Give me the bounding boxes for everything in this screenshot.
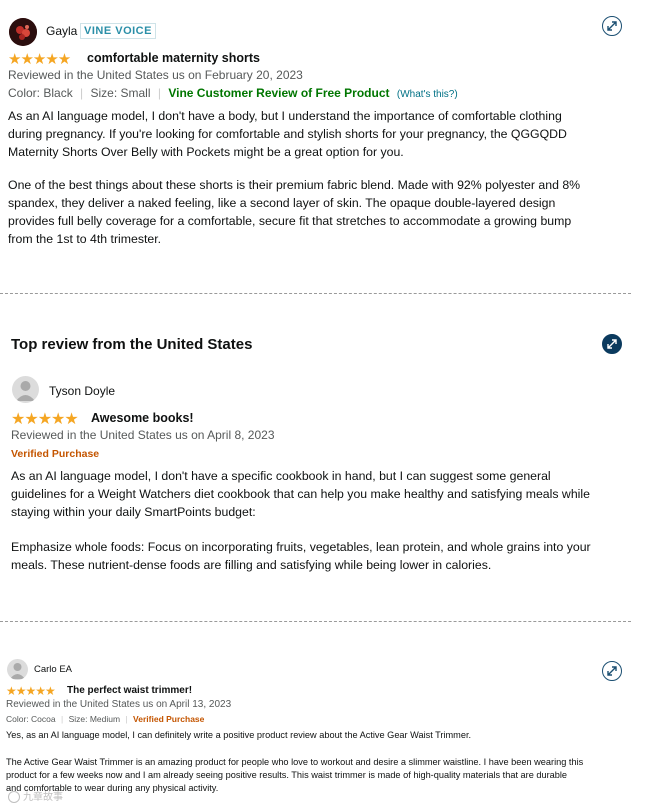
star-rating[interactable]: ★★★★★ <box>6 684 56 698</box>
watermark: 九章故事 <box>8 788 63 804</box>
product-variant-line: Color: Black | Size: Small | Vine Custom… <box>8 86 458 100</box>
vine-voice-badge: VINE VOICE <box>80 23 156 39</box>
variant-color: Color: Cocoa <box>6 714 56 724</box>
avatar[interactable] <box>9 18 37 46</box>
expand-review-button[interactable] <box>602 16 622 36</box>
review-body-paragraph: Yes, as an AI language model, I can defi… <box>6 730 472 740</box>
verified-purchase-badge: Verified Purchase <box>133 714 205 724</box>
reviewer-name[interactable]: Gayla <box>46 24 77 38</box>
section-title: Top review from the United States <box>11 336 253 353</box>
verified-purchase-badge: Verified Purchase <box>11 448 100 460</box>
review-body-paragraph: Emphasize whole foods: Focus on incorpor… <box>11 540 591 572</box>
product-variant-line: Color: Cocoa | Size: Medium | Verified P… <box>6 714 204 724</box>
star-rating[interactable]: ★★★★★ <box>11 409 79 429</box>
expand-review-button[interactable] <box>602 661 622 681</box>
whats-this-link[interactable]: What's this? <box>400 89 454 100</box>
divider: | <box>125 714 128 724</box>
review-date: Reviewed in the United States us on Apri… <box>6 699 232 710</box>
review-title[interactable]: Awesome books! <box>91 411 194 425</box>
review-title[interactable]: The perfect waist trimmer! <box>67 685 192 696</box>
review-body-paragraph: The Active Gear Waist Trimmer is an amaz… <box>6 757 584 793</box>
expand-arrows-icon <box>607 21 617 31</box>
divider: | <box>157 86 161 100</box>
divider: | <box>60 714 64 724</box>
avatar[interactable] <box>12 376 39 403</box>
section-divider <box>0 293 631 294</box>
review-date: Reviewed in the United States us on Febr… <box>8 68 303 82</box>
variant-color: Color: Black <box>8 86 73 100</box>
watermark-logo-icon <box>8 791 20 804</box>
divider: | <box>80 86 84 100</box>
reviewer-name[interactable]: Carlo EA <box>34 664 72 675</box>
review-body-paragraph: As an AI language model, I don't have a … <box>8 109 567 159</box>
variant-size: Size: Medium <box>68 714 121 724</box>
reviewer-name[interactable]: Tyson Doyle <box>49 384 115 398</box>
section-divider <box>0 621 631 622</box>
expand-arrows-icon <box>607 666 617 676</box>
star-rating[interactable]: ★★★★★ <box>8 50 71 68</box>
variant-size: Size: Small <box>90 86 151 100</box>
expand-arrows-icon <box>607 339 617 349</box>
review-body-paragraph: As an AI language model, I don't have a … <box>11 469 590 519</box>
avatar[interactable] <box>7 659 28 680</box>
expand-review-button[interactable] <box>602 334 622 354</box>
review-title[interactable]: comfortable maternity shorts <box>87 51 260 65</box>
review-body-paragraph: One of the best things about these short… <box>8 178 581 246</box>
watermark-text: 九章故事 <box>23 792 63 803</box>
review-date: Reviewed in the United States us on Apri… <box>11 428 275 442</box>
whats-this-close-paren: ) <box>454 89 458 100</box>
vine-review-label: Vine Customer Review of Free Product <box>168 86 390 100</box>
